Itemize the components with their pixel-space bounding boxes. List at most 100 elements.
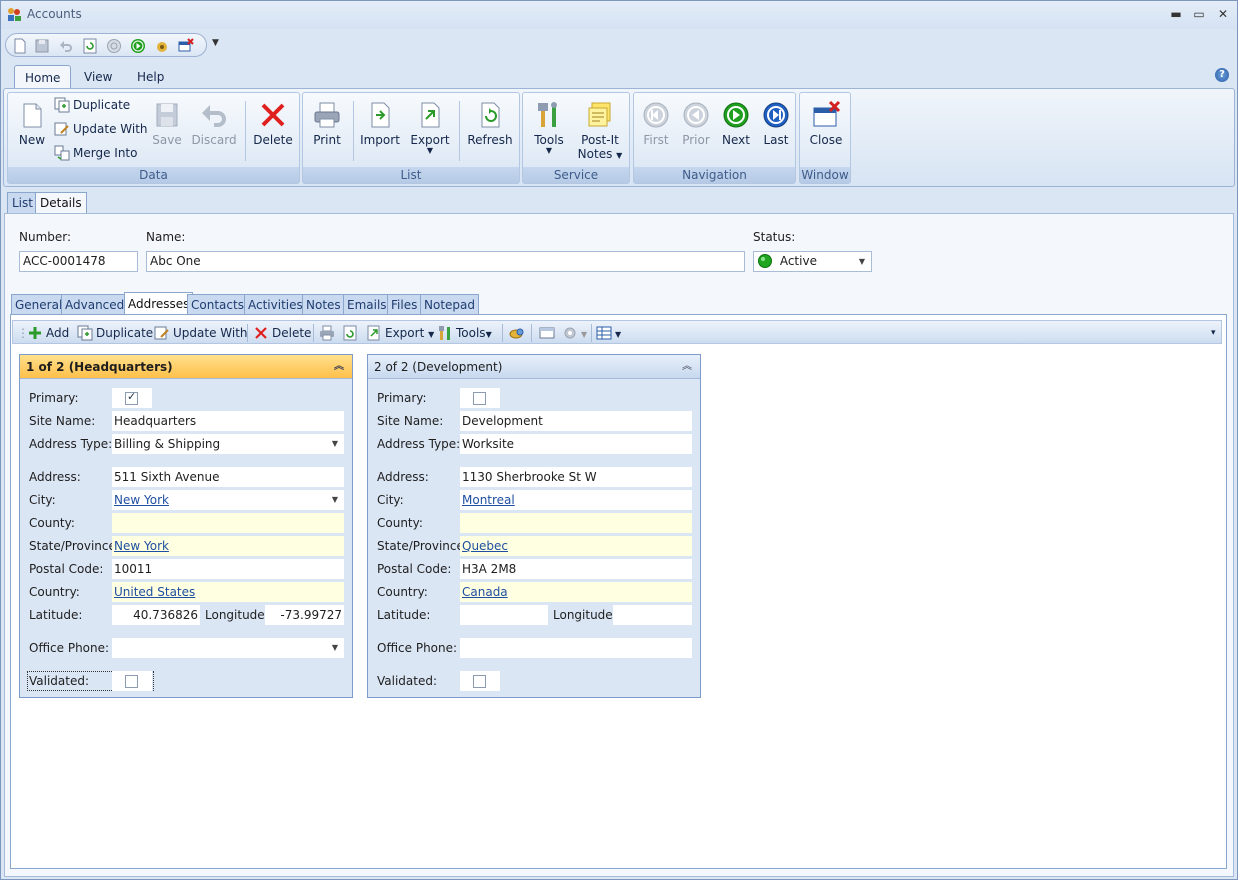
- county-field[interactable]: [112, 513, 344, 533]
- duplicate-address-button[interactable]: Duplicate: [77, 324, 153, 342]
- primary-checkbox[interactable]: [473, 392, 486, 405]
- update-with-address-button[interactable]: Update With: [154, 324, 248, 342]
- tab-advanced[interactable]: Advanced: [61, 294, 129, 315]
- city-link[interactable]: New York: [114, 493, 169, 507]
- number-field[interactable]: ACC-0001478: [19, 251, 138, 272]
- save-icon[interactable]: [34, 38, 50, 54]
- state-field[interactable]: Quebec: [460, 536, 692, 556]
- address-type-field[interactable]: Worksite: [460, 434, 692, 454]
- primary-checkbox[interactable]: [125, 390, 138, 405]
- validated-checkbox[interactable]: [473, 675, 486, 688]
- minimize-button[interactable]: ▬: [1165, 5, 1187, 23]
- address-card-2-header[interactable]: 2 of 2 (Development) ︽: [368, 355, 700, 379]
- stop-icon[interactable]: [106, 38, 122, 54]
- tab-notepad[interactable]: Notepad: [420, 294, 479, 315]
- next-button[interactable]: Next: [718, 99, 754, 147]
- validated-checkbox[interactable]: [125, 675, 138, 688]
- tab-activities[interactable]: Activities: [244, 294, 307, 315]
- update-with-button[interactable]: Update With: [54, 118, 148, 140]
- print-address-button[interactable]: [319, 324, 338, 342]
- prior-button[interactable]: Prior: [678, 99, 714, 147]
- tools-button[interactable]: Tools ▼: [529, 99, 569, 155]
- doc-tab-list[interactable]: List: [7, 192, 38, 213]
- country-field[interactable]: Canada: [460, 582, 692, 602]
- post-it-notes-button[interactable]: Post-It Notes ▼: [577, 99, 623, 161]
- duplicate-button[interactable]: Duplicate: [54, 94, 130, 116]
- site-name-field[interactable]: Headquarters: [112, 411, 344, 431]
- settings-address-button[interactable]: ▼: [562, 324, 587, 342]
- state-link[interactable]: New York: [114, 539, 169, 553]
- collapse-icon[interactable]: ︽: [682, 355, 692, 379]
- import-button[interactable]: Import: [359, 99, 401, 147]
- doc-tab-details[interactable]: Details: [35, 192, 87, 214]
- view-address-button[interactable]: ▼: [596, 324, 621, 342]
- address-card-1-header[interactable]: 1 of 2 (Headquarters) ︽: [20, 355, 352, 379]
- country-link[interactable]: United States: [114, 585, 195, 599]
- country-field[interactable]: United States: [112, 582, 344, 602]
- export-address-button[interactable]: Export ▼: [366, 324, 434, 342]
- toolbar-overflow-icon[interactable]: ▾: [1211, 324, 1216, 342]
- tab-contacts[interactable]: Contacts: [187, 294, 248, 315]
- discard-button[interactable]: Discard: [191, 99, 237, 147]
- new-button[interactable]: New: [14, 99, 50, 147]
- undo-icon[interactable]: [58, 38, 74, 54]
- address-field[interactable]: 1130 Sherbrooke St W: [460, 467, 692, 487]
- help-icon[interactable]: ?: [1215, 68, 1229, 82]
- ribbon-tab-view[interactable]: View: [74, 65, 122, 89]
- state-link[interactable]: Quebec: [462, 539, 508, 553]
- site-name-field[interactable]: Development: [460, 411, 692, 431]
- close-window-icon[interactable]: [178, 38, 194, 54]
- save-button[interactable]: Save: [148, 99, 186, 147]
- county-field[interactable]: [460, 513, 692, 533]
- longitude-label: Longitude:: [553, 608, 617, 622]
- refresh-button[interactable]: Refresh: [467, 99, 513, 147]
- first-button[interactable]: First: [638, 99, 674, 147]
- delete-address-button[interactable]: Delete: [253, 324, 311, 342]
- customize-qat-icon[interactable]: ▼: [212, 38, 219, 48]
- add-address-button[interactable]: Add: [27, 324, 69, 342]
- state-field[interactable]: New York: [112, 536, 344, 556]
- maximize-button[interactable]: ▭: [1188, 5, 1210, 23]
- refresh-icon[interactable]: [82, 38, 98, 54]
- address-type-dropdown[interactable]: Billing & Shipping ▼: [112, 434, 344, 454]
- delete-button[interactable]: Delete: [252, 99, 294, 147]
- latitude-field[interactable]: [460, 605, 548, 625]
- office-phone-field[interactable]: [460, 638, 692, 658]
- status-dropdown[interactable]: Active ▼: [753, 251, 872, 272]
- city-dropdown[interactable]: New York ▼: [112, 490, 344, 510]
- tab-emails[interactable]: Emails: [343, 294, 391, 315]
- postal-code-field[interactable]: H3A 2M8: [460, 559, 692, 579]
- go-icon[interactable]: [130, 38, 146, 54]
- city-link[interactable]: Montreal: [462, 493, 515, 507]
- tab-notes[interactable]: Notes: [302, 294, 345, 315]
- ribbon-tab-help[interactable]: Help: [127, 65, 174, 89]
- service-group: Tools ▼ Post-It Notes ▼ Service: [522, 92, 630, 184]
- city-field[interactable]: Montreal: [460, 490, 692, 510]
- postal-code-field[interactable]: 10011: [112, 559, 344, 579]
- close-window-button[interactable]: ✕: [1212, 5, 1234, 23]
- tab-general[interactable]: General: [11, 294, 67, 315]
- map-address-button[interactable]: [509, 324, 528, 342]
- print-button[interactable]: Print: [309, 99, 345, 147]
- ribbon-tab-home[interactable]: Home: [14, 65, 72, 89]
- layout-address-button[interactable]: [539, 324, 558, 342]
- address-field[interactable]: 511 Sixth Avenue: [112, 467, 344, 487]
- name-field[interactable]: Abc One: [146, 251, 745, 272]
- merge-into-button[interactable]: Merge Into: [54, 142, 137, 164]
- office-phone-dropdown[interactable]: ▼: [112, 638, 344, 658]
- close-button[interactable]: Close: [806, 99, 846, 147]
- tools-icon[interactable]: [154, 38, 170, 54]
- longitude-field[interactable]: -73.99727: [265, 605, 344, 625]
- tools-address-button[interactable]: Tools▼: [437, 324, 492, 342]
- export-button[interactable]: Export ▼: [409, 99, 451, 155]
- last-button[interactable]: Last: [758, 99, 794, 147]
- save-icon: [156, 103, 178, 127]
- tab-addresses[interactable]: Addresses: [124, 292, 194, 315]
- refresh-address-button[interactable]: [342, 324, 361, 342]
- latitude-field[interactable]: 40.736826: [112, 605, 200, 625]
- collapse-icon[interactable]: ︽: [334, 355, 344, 379]
- new-document-icon[interactable]: [12, 38, 28, 54]
- longitude-field[interactable]: [613, 605, 692, 625]
- tab-files[interactable]: Files: [387, 294, 422, 315]
- country-link[interactable]: Canada: [462, 585, 508, 599]
